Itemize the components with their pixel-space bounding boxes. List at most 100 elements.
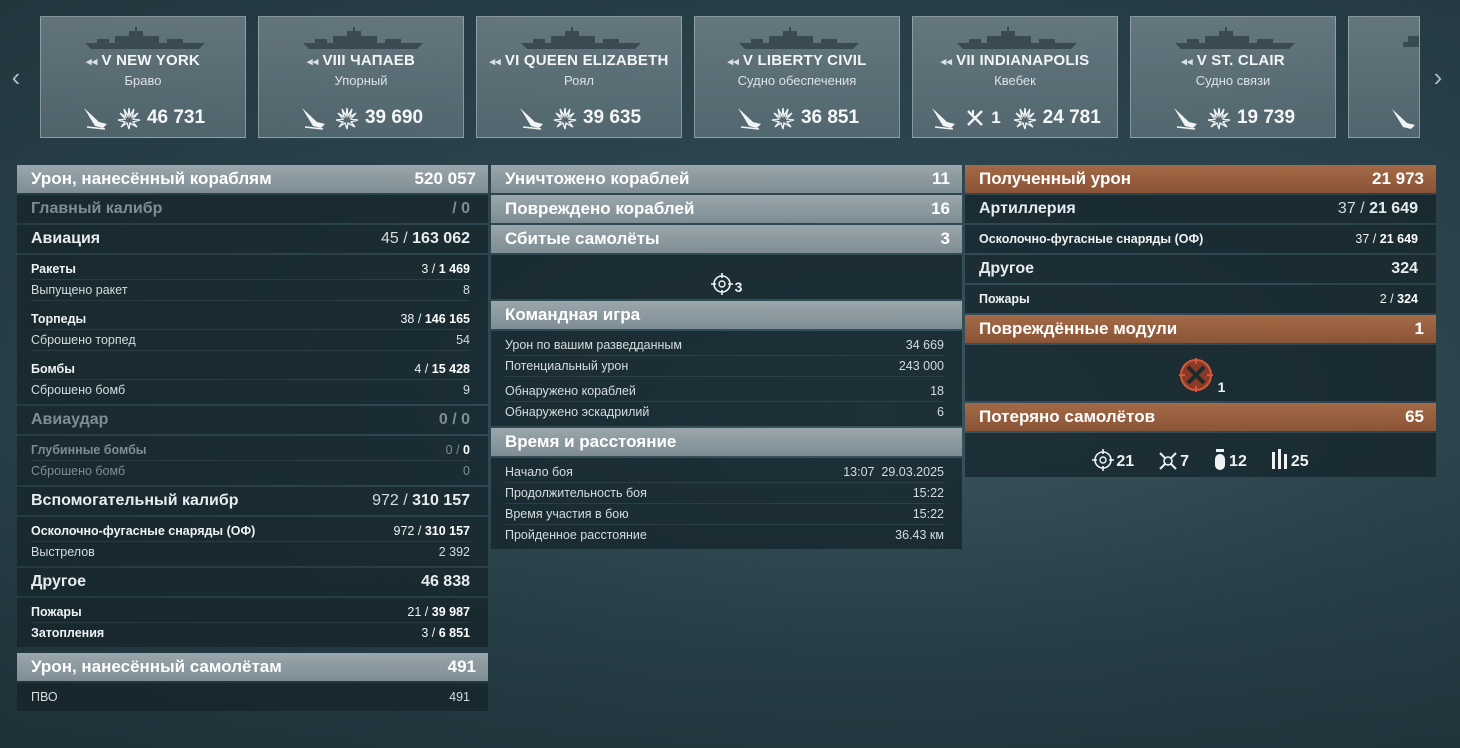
header-label: Командная игра bbox=[505, 305, 641, 324]
ship-card[interactable]: ◂◂ V ST. CLAIR Судно связи 19 739 bbox=[1130, 16, 1336, 138]
header-label: Повреждённые модули bbox=[979, 319, 1178, 338]
list-item: Глубинные бомбы 0 / 0 bbox=[31, 440, 470, 461]
row-label: Ракеты bbox=[31, 262, 76, 276]
row-value-damage: 15 428 bbox=[431, 362, 470, 376]
icon-count: 21 bbox=[1116, 453, 1135, 470]
ship-subtitle: Браво bbox=[124, 73, 162, 88]
row-value: 0 bbox=[463, 464, 470, 478]
section-label: Артиллерия bbox=[979, 200, 1076, 217]
ship-title: NEW YORK bbox=[116, 52, 200, 69]
row-label: Осколочно-фугасные снаряды (ОФ) bbox=[31, 524, 256, 538]
ship-stats: 39 635 bbox=[477, 105, 681, 131]
section-value-damage: 310 157 bbox=[412, 492, 470, 509]
list-item: Начало боя 13:07 29.03.2025 bbox=[505, 462, 944, 483]
carousel-prev-arrow-icon[interactable]: ‹ bbox=[5, 62, 27, 92]
ship-stats: 46 731 bbox=[41, 105, 245, 131]
row-label: Торпеды bbox=[31, 312, 87, 326]
planes-details: ПВО 491 bbox=[17, 683, 488, 711]
ship-title: ЧАПАЕВ bbox=[350, 52, 415, 69]
lost-crosshair: 21 bbox=[1092, 449, 1134, 471]
ship-tier: V bbox=[101, 52, 112, 69]
header-label: Время и расстояние bbox=[505, 432, 677, 451]
icon-count: 25 bbox=[1290, 453, 1309, 470]
list-item: Ракеты 3 / 1 469 bbox=[31, 259, 470, 280]
ship-destroyed-icon bbox=[1173, 108, 1197, 130]
ship-card[interactable]: ◂◂ VII INDIANAPOLIS Квебек 1 24 781 bbox=[912, 16, 1118, 138]
damage-to-ships-header: Урон, нанесённый кораблям 520 057 bbox=[17, 165, 488, 193]
nation-flag-icon: ◂◂ bbox=[489, 56, 501, 68]
row-value: 15:22 bbox=[912, 507, 944, 521]
ship-stats: 19 739 bbox=[1131, 105, 1335, 131]
shot-down-icons: 3 bbox=[491, 255, 962, 299]
list-item: Затопления 3 / 6 851 bbox=[31, 623, 470, 643]
row-value: 243 000 bbox=[898, 359, 944, 373]
row-value: 13:07 29.03.2025 bbox=[843, 465, 944, 479]
row-value-damage: 1 469 bbox=[438, 262, 470, 276]
ship-subtitle: Судно связи bbox=[1195, 73, 1271, 88]
ship-card[interactable]: ◂◂ VIII ЧАПАЕВ Упорный 39 690 bbox=[258, 16, 464, 138]
torpedo-hit-icon bbox=[1392, 109, 1415, 129]
row-label: Выстрелов bbox=[31, 545, 95, 559]
damage-explosion-icon bbox=[771, 107, 795, 130]
icon-count: 7 bbox=[1180, 453, 1190, 470]
damage-explosion-icon bbox=[1207, 107, 1231, 130]
ship-stats: 1 24 781 bbox=[913, 105, 1117, 131]
ship-card-partial[interactable] bbox=[1348, 16, 1420, 138]
section-value-count: 972 / bbox=[372, 492, 408, 509]
kill-cross-icon bbox=[967, 110, 984, 126]
crosshair-icon bbox=[1092, 449, 1115, 471]
ship-card[interactable]: ◂◂ VI QUEEN ELIZABETH Роял 39 635 bbox=[476, 16, 682, 138]
row-label: Продолжительность боя bbox=[505, 486, 647, 500]
ship-title: LIBERTY CIVIL bbox=[757, 52, 867, 69]
row-label: Пожары bbox=[31, 605, 82, 619]
ship-silhouette-icon bbox=[957, 27, 1077, 49]
row-label: Урон по вашим разведданным bbox=[505, 338, 682, 352]
ship-silhouette-icon bbox=[85, 27, 205, 49]
ship-damage-value: 36 851 bbox=[800, 107, 860, 128]
ship-card[interactable]: ◂◂ V NEW YORK Браво 46 731 bbox=[40, 16, 246, 138]
nation-flag-icon: ◂◂ bbox=[1181, 56, 1193, 68]
aviation-section: Авиация 45 / 163 062 bbox=[17, 225, 488, 253]
ship-subtitle: Упорный bbox=[334, 73, 388, 88]
row-value: 15:22 bbox=[912, 486, 944, 500]
list-item: Пройденное расстояние 36.43 км bbox=[505, 525, 944, 545]
row-label: Сброшено бомб bbox=[31, 464, 126, 478]
nation-flag-icon: ◂◂ bbox=[727, 56, 739, 68]
ship-destroyed-icon bbox=[737, 108, 761, 130]
row-value: 491 bbox=[449, 690, 470, 704]
icon-count: 12 bbox=[1229, 453, 1247, 470]
list-item: Пожары 21 / 39 987 bbox=[31, 602, 470, 623]
ship-name: ◂◂ V NEW YORK bbox=[41, 52, 245, 69]
row-label: Выпущено ракет bbox=[31, 283, 128, 297]
broken-module-icon bbox=[1178, 358, 1213, 392]
ship-silhouette-icon bbox=[1403, 36, 1419, 47]
section-value-count: 37 / bbox=[1337, 200, 1365, 217]
nation-flag-icon: ◂◂ bbox=[86, 56, 98, 68]
ship-destroyed-icon bbox=[519, 108, 543, 130]
received-damage-header: Полученный урон 21 973 bbox=[965, 165, 1436, 193]
list-item: Сброшено торпед 54 bbox=[31, 330, 470, 351]
damage-explosion-icon bbox=[117, 107, 141, 130]
list-item: Время участия в бою 15:22 bbox=[505, 504, 944, 525]
received-other-section: Другое 324 bbox=[965, 255, 1436, 283]
list-item: Выстрелов 2 392 bbox=[31, 542, 470, 562]
list-item: Торпеды 38 / 146 165 bbox=[31, 309, 470, 330]
carousel-next-arrow-icon[interactable]: › bbox=[1427, 62, 1449, 92]
row-value: 8 bbox=[463, 283, 470, 297]
received-other-details: Пожары 2 / 324 bbox=[965, 285, 1436, 313]
row-label: Время участия в бою bbox=[505, 507, 629, 521]
damage-explosion-icon bbox=[1013, 107, 1036, 130]
ship-card[interactable]: ◂◂ V LIBERTY CIVIL Судно обеспечения 36 851 bbox=[694, 16, 900, 138]
row-value-count: 3 / bbox=[421, 262, 436, 276]
section-value: 324 bbox=[1391, 260, 1418, 277]
team-play-header: Командная игра bbox=[491, 301, 962, 329]
ship-tier: VI bbox=[504, 52, 520, 69]
header-label: Урон, нанесённый самолётам bbox=[31, 657, 282, 676]
ship-silhouette-icon bbox=[1175, 27, 1295, 49]
shot-down-planes: 3 bbox=[710, 273, 742, 295]
row-label: Обнаружено кораблей bbox=[505, 384, 636, 398]
row-label: Сброшено бомб bbox=[31, 383, 126, 397]
ship-subtitle: Судно обеспечения bbox=[737, 73, 857, 88]
ship-damage-value: 19 739 bbox=[1236, 107, 1296, 128]
row-label: Бомбы bbox=[31, 362, 75, 376]
